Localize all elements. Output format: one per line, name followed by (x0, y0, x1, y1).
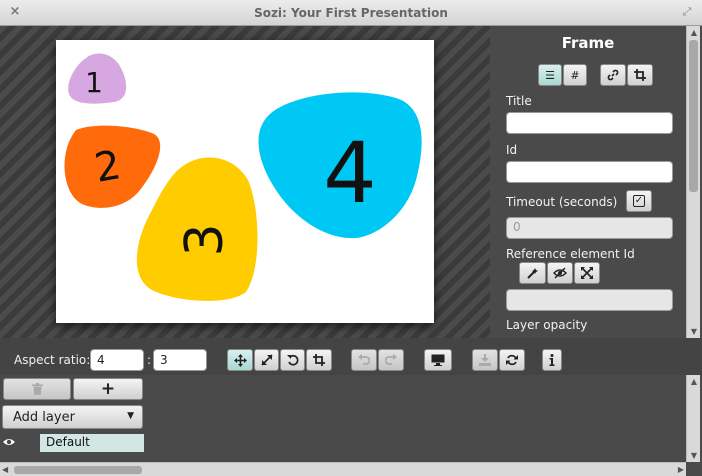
undo-button[interactable] (351, 349, 377, 371)
rotate-icon (286, 354, 298, 366)
layer-row-default[interactable]: Default (40, 434, 144, 452)
shape-4-label: 4 (323, 124, 376, 222)
title-label: Title (506, 94, 532, 108)
reload-button[interactable] (499, 349, 525, 371)
zoom-tool-button[interactable] (254, 349, 279, 371)
magic-wand-icon (527, 267, 538, 279)
window-titlebar: × Sozi: Your First Presentation ⤢ (0, 0, 702, 26)
crop-button[interactable] (627, 64, 653, 86)
timeout-field[interactable]: 0 (506, 217, 673, 239)
preview-button[interactable] (424, 349, 452, 371)
fit-element-button[interactable] (574, 262, 600, 284)
add-layer-label: Add layer (13, 409, 75, 425)
scroll-down-icon[interactable]: ▼ (687, 327, 701, 336)
aspect-height-input[interactable]: 3 (153, 349, 207, 371)
monitor-icon (431, 354, 445, 366)
eye-slash-icon (553, 267, 567, 279)
scroll-up-icon[interactable]: ▲ (687, 28, 701, 37)
slide-preview[interactable]: 1 2 3 4 (56, 40, 434, 323)
info-icon (549, 354, 555, 366)
download-icon (479, 354, 491, 366)
layers-horizontal-scrollbar[interactable]: ◀ ▶ (0, 462, 686, 476)
expand-icon (581, 267, 593, 279)
layers-scrollbar[interactable]: ▲ ▼ (686, 375, 700, 462)
crop-icon (634, 69, 646, 81)
ratio-separator: : (147, 353, 152, 367)
layers-scroll-down-icon[interactable]: ▼ (687, 451, 701, 460)
timeout-toggle-button[interactable]: ✓ (626, 190, 652, 212)
aspect-ratio-label: Aspect ratio: (14, 353, 91, 367)
layers-panel: + Add layer ▼ Default (0, 375, 686, 462)
refresh-icon (506, 354, 518, 366)
delete-frame-button[interactable] (3, 378, 71, 400)
link-icon (607, 69, 619, 81)
rotate-tool-button[interactable] (280, 349, 305, 371)
scroll-left-icon[interactable]: ◀ (2, 465, 8, 474)
save-button[interactable] (472, 349, 498, 371)
trash-icon (31, 383, 43, 395)
window-title: Sozi: Your First Presentation (254, 6, 448, 20)
list-icon: ☰ (545, 68, 555, 82)
move-icon (233, 353, 247, 367)
maximize-window-button[interactable]: ⤢ (680, 5, 694, 19)
reference-element-field[interactable] (506, 289, 673, 311)
properties-scrollbar[interactable]: ▲ ▼ (686, 26, 700, 338)
auto-pick-button[interactable] (519, 262, 546, 284)
crop-icon (313, 354, 325, 366)
id-field[interactable] (506, 161, 673, 183)
info-button[interactable] (542, 349, 562, 371)
panel-heading: Frame (561, 34, 615, 52)
main-toolbar: Aspect ratio: 4 : 3 (0, 338, 702, 375)
properties-panel: Frame ☰ # Title Id Timeout (seconds) ✓ 0… (490, 26, 686, 338)
layer-visibility-toggle[interactable] (2, 436, 16, 448)
aspect-width-input[interactable]: 4 (90, 349, 144, 371)
preview-area[interactable]: 1 2 3 4 (0, 26, 490, 338)
list-view-button[interactable]: ☰ (538, 64, 562, 86)
hash-icon: # (570, 68, 580, 82)
resize-icon (260, 354, 273, 366)
undo-icon (358, 354, 370, 365)
shape-3-label: 3 (175, 223, 235, 256)
plus-icon: + (100, 379, 116, 399)
properties-scroll-thumb[interactable] (689, 40, 698, 192)
add-layer-select[interactable]: Add layer ▼ (2, 405, 143, 429)
title-field[interactable] (506, 112, 673, 134)
chevron-down-icon: ▼ (127, 411, 134, 421)
redo-icon (385, 354, 397, 365)
reference-element-label: Reference element Id (506, 247, 635, 261)
timeout-label: Timeout (seconds) (506, 195, 618, 209)
id-label: Id (506, 143, 518, 157)
checkbox-checked-icon: ✓ (633, 195, 645, 207)
move-tool-button[interactable] (227, 349, 253, 371)
layer-opacity-label: Layer opacity (506, 318, 588, 332)
scroll-right-icon[interactable]: ▶ (678, 465, 684, 474)
layers-scroll-up-icon[interactable]: ▲ (687, 377, 701, 386)
horizontal-scroll-thumb[interactable] (14, 466, 142, 474)
clip-tool-button[interactable] (306, 349, 332, 371)
hide-element-button[interactable] (547, 262, 573, 284)
add-frame-button[interactable]: + (73, 378, 143, 400)
eye-icon (3, 439, 15, 445)
shape-1-label: 1 (85, 66, 103, 99)
redo-button[interactable] (378, 349, 404, 371)
numbered-view-button[interactable]: # (563, 64, 587, 86)
link-button[interactable] (600, 64, 626, 86)
